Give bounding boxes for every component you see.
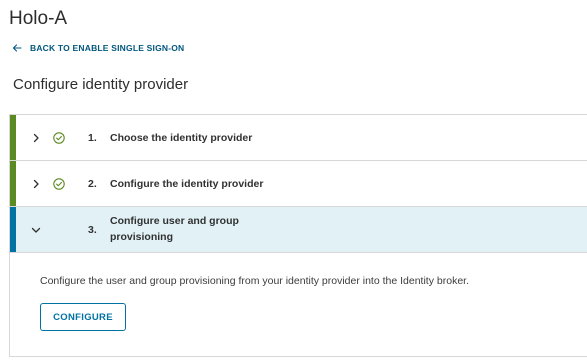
check-circle-icon — [53, 178, 65, 190]
step-complete-indicator — [10, 115, 16, 160]
chevron-right-icon[interactable] — [31, 133, 41, 143]
step-2-header[interactable]: 2. Configure the identity provider — [10, 161, 587, 207]
step-description: Configure the user and group provisionin… — [40, 275, 469, 287]
page-title: Configure identity provider — [13, 76, 189, 93]
step-title: Configure the identity provider — [110, 178, 264, 190]
app-title: Holo-A — [9, 8, 68, 29]
step-complete-indicator — [10, 161, 16, 206]
chevron-right-icon[interactable] — [31, 179, 41, 189]
back-link-label: BACK TO ENABLE SINGLE SIGN-ON — [30, 43, 185, 53]
arrow-left-icon — [12, 44, 22, 52]
configure-button[interactable]: CONFIGURE — [40, 303, 126, 331]
step-3-body: Configure the user and group provisionin… — [10, 254, 587, 357]
check-circle-icon — [53, 132, 65, 144]
step-number: 3. — [88, 224, 97, 236]
step-title: Choose the identity provider — [110, 132, 253, 144]
chevron-down-icon[interactable] — [31, 225, 41, 235]
step-number: 1. — [88, 132, 97, 144]
stepper: 1. Choose the identity provider 2. Confi… — [9, 114, 587, 357]
step-number: 2. — [88, 178, 97, 190]
step-1-header[interactable]: 1. Choose the identity provider — [10, 115, 587, 161]
step-active-indicator — [10, 207, 16, 252]
step-title: Configure user and group provisioning — [110, 215, 239, 243]
back-to-sso-link[interactable]: BACK TO ENABLE SINGLE SIGN-ON — [12, 42, 184, 54]
step-3-header[interactable]: 3. Configure user and group provisioning — [10, 207, 587, 253]
